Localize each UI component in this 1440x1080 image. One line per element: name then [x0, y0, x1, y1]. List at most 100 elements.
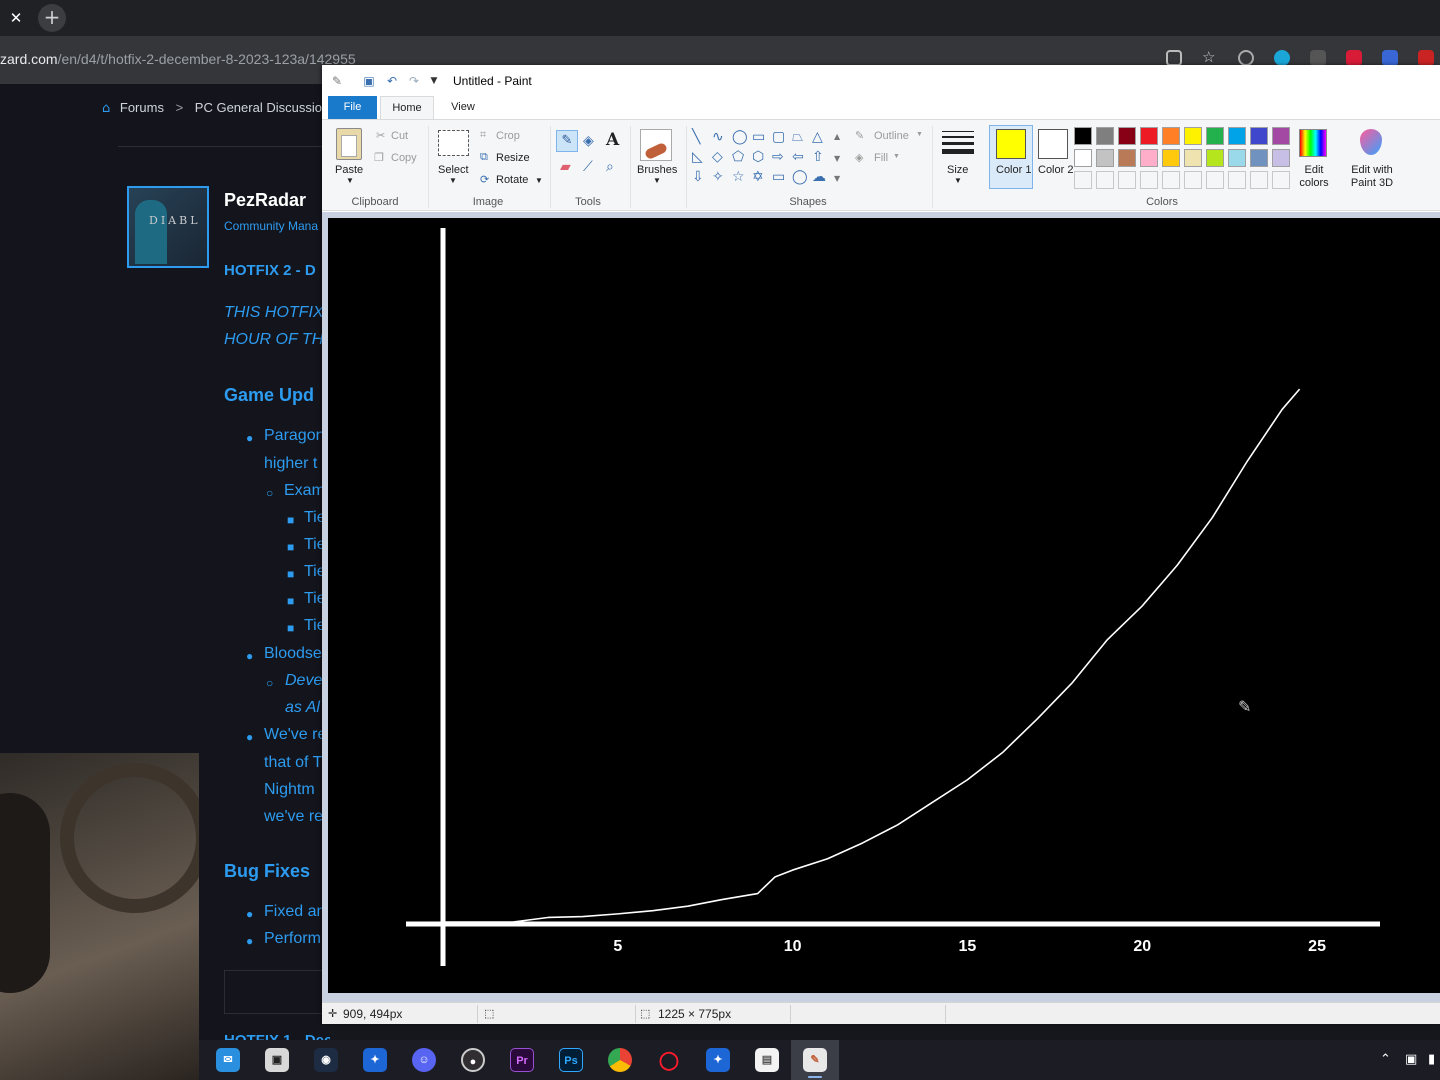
- shapes-gallery[interactable]: ╲ ∿ ◯ ▭ ▢ ⏢ △ ◺ ◇ ⬠ ⬡ ⇨ ⇦ ⇧ ⇩ ✧ ☆ ✡ ▭ ◯: [692, 128, 848, 190]
- color-swatch[interactable]: [1250, 149, 1268, 167]
- paint3d-icon[interactable]: [1360, 129, 1382, 155]
- empty-color-swatch[interactable]: [1162, 171, 1180, 189]
- empty-color-swatch[interactable]: [1206, 171, 1224, 189]
- opera-icon[interactable]: ◯: [657, 1048, 681, 1072]
- size-icon[interactable]: [942, 129, 974, 157]
- color-swatch[interactable]: [1162, 127, 1180, 145]
- edit-with-paint3d-button[interactable]: Edit with Paint 3D: [1346, 164, 1398, 190]
- rounded-rectangle-shape-icon[interactable]: ▢: [772, 130, 785, 144]
- close-tab-icon[interactable]: ✕: [4, 6, 28, 30]
- resize-button[interactable]: Resize: [496, 152, 530, 164]
- six-point-star-shape-icon[interactable]: ✡: [752, 170, 764, 184]
- color-swatch[interactable]: [1184, 127, 1202, 145]
- url-text[interactable]: zard.com/en/d4/t/hotfix-2-december-8-202…: [0, 51, 356, 67]
- diamond-shape-icon[interactable]: ◇: [712, 150, 723, 164]
- color-picker-icon[interactable]: ⟋: [583, 160, 593, 174]
- crop-button[interactable]: Crop: [496, 130, 520, 142]
- photoshop-icon[interactable]: Ps: [559, 1048, 583, 1072]
- color1-swatch[interactable]: [996, 129, 1026, 159]
- color-swatch[interactable]: [1140, 149, 1158, 167]
- color-swatch[interactable]: [1096, 149, 1114, 167]
- polygon-shape-icon[interactable]: ⏢: [792, 130, 803, 144]
- empty-color-swatch[interactable]: [1272, 171, 1290, 189]
- premiere-icon[interactable]: Pr: [510, 1048, 534, 1072]
- microphone-icon[interactable]: ▮: [1428, 1052, 1435, 1067]
- extension-icon[interactable]: [1310, 50, 1326, 66]
- quick-access-dropdown-icon[interactable]: ▼: [427, 74, 441, 88]
- size-button[interactable]: Size: [947, 164, 968, 176]
- empty-color-swatch[interactable]: [1228, 171, 1246, 189]
- redo-icon[interactable]: ↷: [407, 74, 421, 88]
- shapes-expand-icon[interactable]: ▼: [834, 172, 840, 186]
- brushes-button[interactable]: Brushes: [637, 164, 677, 176]
- hexagon-shape-icon[interactable]: ⬡: [752, 150, 764, 164]
- empty-color-swatch[interactable]: [1096, 171, 1114, 189]
- install-app-icon[interactable]: [1166, 50, 1182, 66]
- color-swatch[interactable]: [1228, 127, 1246, 145]
- color-swatch[interactable]: [1118, 149, 1136, 167]
- edit-colors-button[interactable]: Edit colors: [1296, 164, 1332, 190]
- fill-dropdown-icon[interactable]: ▼: [893, 153, 900, 160]
- line-shape-icon[interactable]: ╲: [692, 130, 700, 144]
- breadcrumb-pc-general[interactable]: PC General Discussion: [195, 100, 329, 115]
- notepad-icon[interactable]: ▤: [755, 1048, 779, 1072]
- fill-bucket-icon[interactable]: ◈: [583, 134, 594, 148]
- color-swatch[interactable]: [1140, 127, 1158, 145]
- five-point-star-shape-icon[interactable]: ☆: [732, 170, 745, 184]
- tab-file[interactable]: File: [328, 96, 377, 119]
- extension-icon[interactable]: [1238, 50, 1254, 66]
- rotate-button[interactable]: Rotate: [496, 174, 528, 186]
- down-arrow-shape-icon[interactable]: ⇩: [692, 170, 704, 184]
- right-arrow-shape-icon[interactable]: ⇨: [772, 150, 784, 164]
- shapes-scroll-up-icon[interactable]: ▲: [834, 130, 840, 144]
- color-swatch[interactable]: [1074, 149, 1092, 167]
- curve-shape-icon[interactable]: ∿: [712, 130, 724, 144]
- color-swatch[interactable]: [1074, 127, 1092, 145]
- extension-icon[interactable]: [1346, 50, 1362, 66]
- color2-swatch[interactable]: [1038, 129, 1068, 159]
- steam-icon[interactable]: ◉: [314, 1048, 338, 1072]
- battlenet-icon[interactable]: ✦: [706, 1048, 730, 1072]
- new-tab-button[interactable]: +: [38, 4, 66, 32]
- mail-icon[interactable]: ✉: [216, 1048, 240, 1072]
- triangle-shape-icon[interactable]: △: [812, 130, 823, 144]
- up-arrow-shape-icon[interactable]: ⇧: [812, 150, 824, 164]
- color-swatch[interactable]: [1206, 127, 1224, 145]
- paste-dropdown-icon[interactable]: ▼: [346, 176, 354, 185]
- color-swatch[interactable]: [1272, 149, 1290, 167]
- magnifier-icon[interactable]: ⌕: [606, 160, 614, 174]
- eraser-icon[interactable]: ▰: [560, 160, 571, 174]
- username[interactable]: PezRadar: [224, 190, 306, 211]
- pentagon-shape-icon[interactable]: ⬠: [732, 150, 744, 164]
- rectangle-shape-icon[interactable]: ▭: [752, 130, 765, 144]
- color-swatch[interactable]: [1162, 149, 1180, 167]
- shapes-scroll-down-icon[interactable]: ▼: [834, 152, 840, 166]
- cloud-callout-shape-icon[interactable]: ☁: [812, 170, 826, 184]
- copy-button[interactable]: Copy: [391, 152, 417, 164]
- edit-colors-icon[interactable]: [1299, 129, 1327, 157]
- text-tool-icon[interactable]: A: [606, 132, 619, 149]
- app-icon[interactable]: ▣: [265, 1048, 289, 1072]
- left-arrow-shape-icon[interactable]: ⇦: [792, 150, 804, 164]
- brushes-dropdown-icon[interactable]: ▼: [653, 176, 661, 185]
- size-dropdown-icon[interactable]: ▼: [954, 176, 962, 185]
- select-dropdown-icon[interactable]: ▼: [449, 176, 457, 185]
- tab-home[interactable]: Home: [380, 96, 434, 119]
- drawing-canvas[interactable]: 5 10 15 20 25 ✎: [328, 218, 1440, 993]
- paste-icon[interactable]: [336, 128, 362, 160]
- battlenet-icon[interactable]: ✦: [363, 1048, 387, 1072]
- undo-icon[interactable]: ↶: [385, 74, 399, 88]
- four-point-star-shape-icon[interactable]: ✧: [712, 170, 724, 184]
- tray-chevron-icon[interactable]: ⌃: [1380, 1052, 1391, 1067]
- oval-callout-shape-icon[interactable]: ◯: [792, 170, 808, 184]
- color-swatch[interactable]: [1118, 127, 1136, 145]
- avatar[interactable]: DIABL: [127, 186, 209, 268]
- rotate-dropdown-icon[interactable]: ▼: [535, 176, 543, 185]
- empty-color-swatch[interactable]: [1140, 171, 1158, 189]
- fill-button[interactable]: Fill: [874, 152, 888, 164]
- color-swatch[interactable]: [1206, 149, 1224, 167]
- empty-color-swatch[interactable]: [1074, 171, 1092, 189]
- bookmark-star-icon[interactable]: ☆: [1202, 50, 1218, 66]
- color1-label[interactable]: Color 1: [996, 164, 1031, 176]
- empty-color-swatch[interactable]: [1118, 171, 1136, 189]
